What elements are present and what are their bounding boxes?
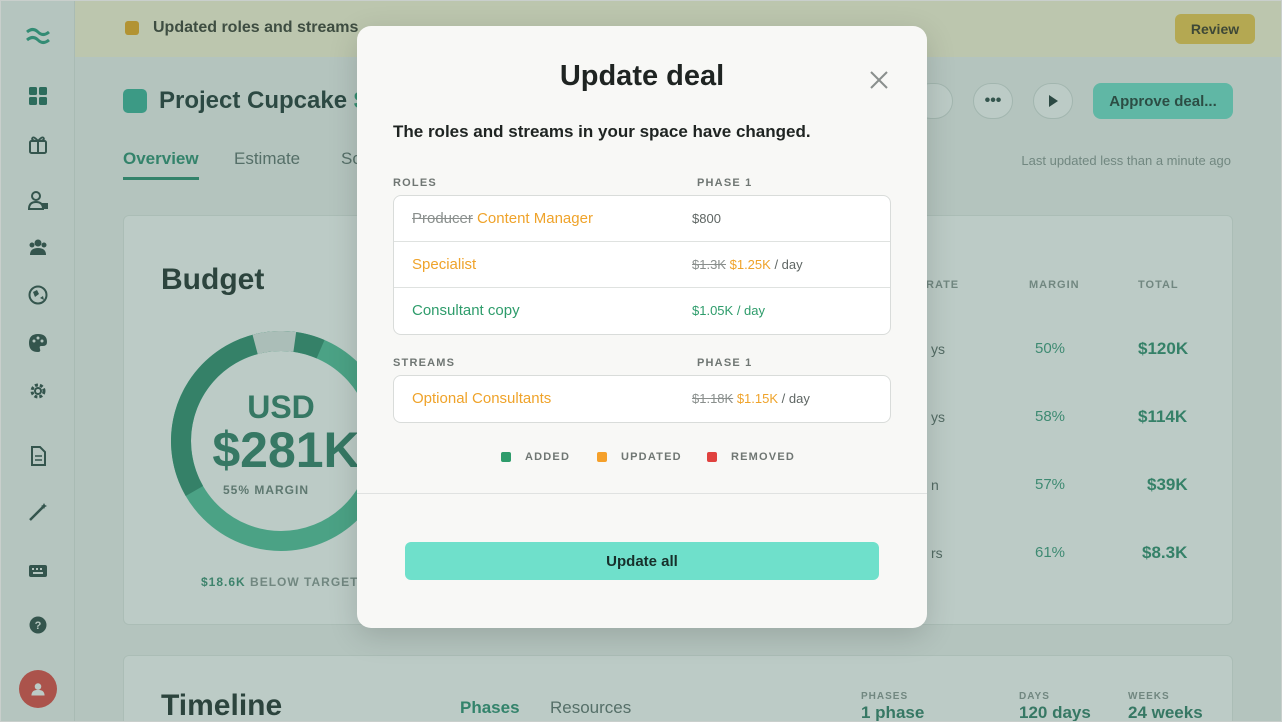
role-name: Specialist (412, 256, 477, 273)
stream-row: Optional Consultants $1.18K $1.15K / day (394, 376, 890, 422)
role-rate: $1.05K / day (692, 303, 765, 318)
stream-old-rate: $1.18K (692, 391, 734, 406)
roles-phase-header: PHASE 1 (697, 177, 753, 189)
legend-added-label: ADDED (525, 451, 571, 463)
role-old-rate: $1.3K (692, 257, 726, 272)
legend-updated-label: UPDATED (621, 451, 682, 463)
app-window: ? Updated roles and streams Review Proje… (0, 0, 1282, 722)
legend-removed: REMOVED (707, 451, 795, 463)
removed-swatch (707, 452, 717, 462)
legend-removed-label: REMOVED (731, 451, 796, 463)
roles-table: Producer Content Manager $800 Specialist… (393, 195, 891, 335)
update-all-button[interactable]: Update all (405, 542, 879, 580)
role-new-rate: $1.25K (729, 257, 771, 272)
role-rate: $800 (692, 211, 721, 226)
streams-phase-header: PHASE 1 (697, 357, 753, 369)
stream-rate-unit: / day (781, 391, 810, 406)
role-rate-unit: / day (774, 257, 803, 272)
role-row: Producer Content Manager $800 (394, 196, 890, 242)
added-swatch (501, 452, 511, 462)
update-deal-modal: Update deal The roles and streams in you… (357, 26, 927, 628)
legend-added: ADDED (501, 451, 570, 463)
role-name: Producer Content Manager (412, 210, 593, 227)
role-row: Consultant copy $1.05K / day (394, 288, 890, 334)
legend-updated: UPDATED (597, 451, 682, 463)
role-rate: $1.3K $1.25K / day (692, 257, 803, 272)
role-old-name: Producer (412, 210, 473, 227)
updated-swatch (597, 452, 607, 462)
stream-new-rate: $1.15K (736, 391, 779, 406)
modal-divider (357, 493, 927, 494)
role-row: Specialist $1.3K $1.25K / day (394, 242, 890, 288)
role-name: Consultant copy (412, 302, 520, 319)
roles-header: ROLES (393, 177, 437, 189)
streams-header: STREAMS (393, 357, 456, 369)
close-icon[interactable] (865, 66, 893, 94)
streams-table: Optional Consultants $1.18K $1.15K / day (393, 375, 891, 423)
role-new-name: Content Manager (477, 210, 593, 227)
modal-title: Update deal (559, 60, 725, 92)
stream-name: Optional Consultants (412, 390, 552, 407)
stream-rate: $1.18K $1.15K / day (692, 391, 810, 406)
modal-subtitle: The roles and streams in your space have… (393, 122, 811, 141)
